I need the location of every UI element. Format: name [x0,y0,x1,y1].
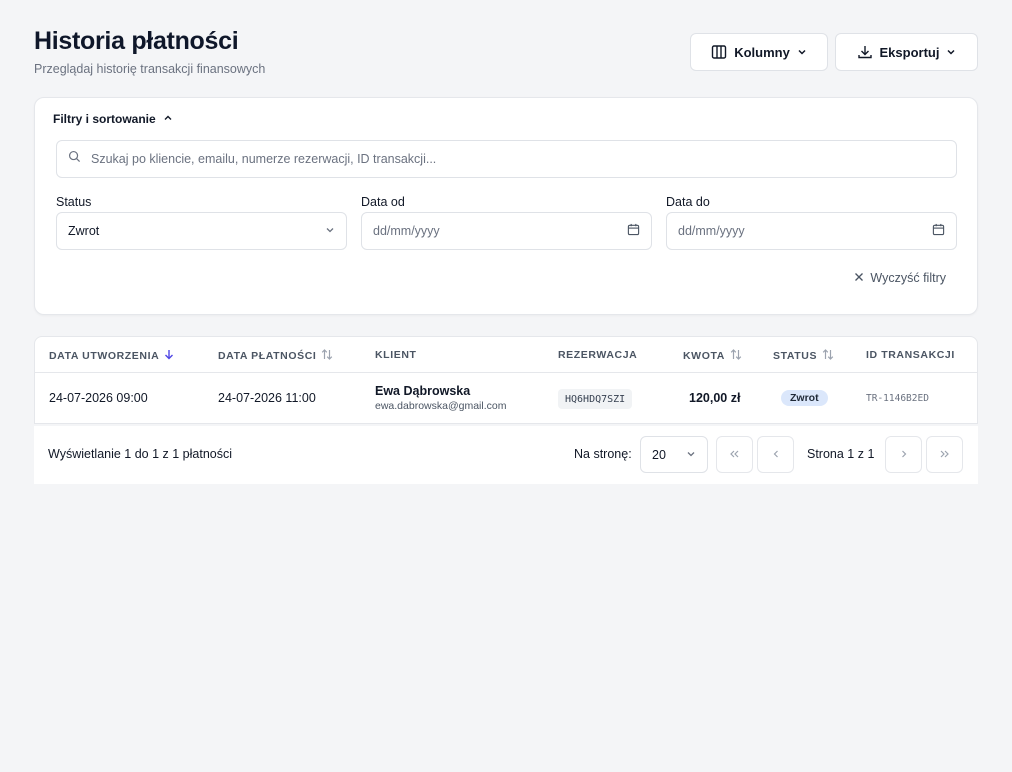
client-email: ewa.dabrowska@gmail.com [375,400,507,412]
columns-button-label: Kolumny [734,44,790,60]
download-icon [857,44,873,60]
chevron-down-icon [797,47,807,57]
double-chevron-right-icon [939,447,950,462]
sort-icon [822,349,834,363]
sort-icon [321,349,333,363]
date-from-input[interactable]: dd/mm/yyyy [361,212,652,250]
chevron-down-icon [325,224,335,238]
cell-created: 24-07-2026 09:00 [49,391,148,405]
column-header-amount[interactable]: KWOTA [683,349,742,363]
page-title: Historia płatności [34,27,239,55]
per-page-label: Na stronę: [574,447,632,461]
search-input[interactable] [91,152,956,166]
per-page-value: 20 [652,447,666,462]
date-to-placeholder: dd/mm/yyyy [678,224,745,238]
client-name: Ewa Dąbrowska [375,384,471,398]
export-button-label: Eksportuj [879,44,940,60]
per-page-select[interactable]: 20 [640,436,708,473]
filters-toggle[interactable]: Filtry i sortowanie [53,112,173,126]
column-header-label: KLIENT [375,349,417,361]
cell-amount: 120,00 zł [689,391,741,405]
chevron-down-icon [686,448,696,462]
first-page-button[interactable] [716,436,753,473]
pagination-bar: Wyświetlanie 1 do 1 z 1 płatności Na str… [34,426,978,484]
columns-icon [711,44,727,60]
columns-button[interactable]: Kolumny [690,33,828,71]
date-to-input[interactable]: dd/mm/yyyy [666,212,957,250]
transaction-id: TR-1146B2ED [866,393,929,404]
date-to-label: Data do [666,195,710,209]
chevron-down-icon [946,47,956,57]
column-header-label: STATUS [773,350,818,362]
column-header-paid[interactable]: DATA PŁATNOŚCI [218,349,333,363]
filters-panel: Filtry i sortowanie Status Zwrot Data od… [34,97,978,315]
filters-toggle-label: Filtry i sortowanie [53,112,156,126]
clear-filters-button[interactable]: Wyczyść filtry [854,271,946,285]
page-header: Historia płatności Przeglądaj historię t… [34,26,265,76]
next-page-button[interactable] [885,436,922,473]
calendar-icon[interactable] [932,223,945,239]
double-chevron-left-icon [729,447,740,462]
cell-paid: 24-07-2026 11:00 [218,391,316,405]
status-label: Status [56,195,92,209]
cell-client: Ewa Dąbrowska ewa.dabrowska@gmail.com [375,384,506,412]
column-header-reservation: REZERWACJA [558,349,637,361]
prev-page-button[interactable] [757,436,794,473]
column-header-label: ID TRANSAKCJI [866,349,955,361]
date-from-label: Data od [361,195,405,209]
reservation-code: HQ6HDQ7SZI [558,389,633,409]
status-select-value: Zwrot [68,224,100,238]
clear-filters-label: Wyczyść filtry [870,271,946,285]
page-subtitle: Przeglądaj historię transakcji finansowy… [34,62,266,76]
status-badge: Zwrot [781,390,828,406]
column-header-created[interactable]: DATA UTWORZENIA [49,349,174,363]
status-select[interactable]: Zwrot [56,212,347,250]
column-header-client: KLIENT [375,349,417,361]
search-icon [68,150,81,168]
arrow-down-icon [164,349,174,363]
page-info: Strona 1 z 1 [807,447,875,461]
calendar-icon[interactable] [627,223,640,239]
search-box [56,140,957,178]
last-page-button[interactable] [926,436,963,473]
column-header-label: DATA PŁATNOŚCI [218,350,317,362]
table-header: DATA UTWORZENIA DATA PŁATNOŚCI KLIENT RE… [35,337,977,373]
results-summary: Wyświetlanie 1 do 1 z 1 płatności [48,447,233,461]
sort-icon [730,349,742,363]
export-button[interactable]: Eksportuj [835,33,978,71]
chevron-right-icon [899,447,909,462]
column-header-label: REZERWACJA [558,349,638,361]
column-header-transaction: ID TRANSAKCJI [866,349,955,361]
chevron-up-icon [163,112,173,126]
column-header-label: DATA UTWORZENIA [49,350,160,362]
payments-table: DATA UTWORZENIA DATA PŁATNOŚCI KLIENT RE… [34,336,978,424]
date-from-placeholder: dd/mm/yyyy [373,224,440,238]
column-header-status[interactable]: STATUS [773,349,834,363]
chevron-left-icon [771,447,781,462]
column-header-label: KWOTA [683,350,725,362]
close-icon [854,271,864,285]
